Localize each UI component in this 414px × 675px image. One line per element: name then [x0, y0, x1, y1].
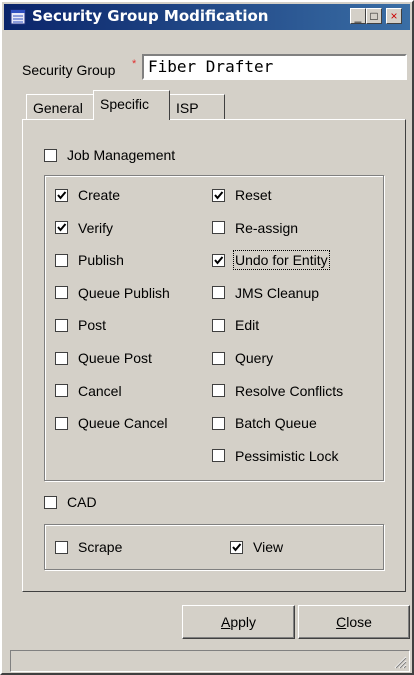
checkmark-icon [57, 223, 67, 232]
reset-label: Reset [235, 187, 272, 203]
close-window-button[interactable]: × [386, 8, 402, 24]
checkbox-box [44, 148, 57, 162]
checkmark-icon [57, 190, 67, 200]
reset-checkbox[interactable]: Reset [212, 187, 272, 203]
apply-mnemonic: A [220, 614, 231, 630]
view-checkbox[interactable]: View [230, 539, 283, 555]
create-checkbox[interactable]: Create [55, 187, 120, 203]
title-bar[interactable]: Security Group Modification _ □ × [4, 4, 410, 30]
checkbox-box [212, 351, 225, 365]
close-icon: × [390, 9, 398, 23]
checkbox-box [55, 318, 68, 332]
jms-cleanup-label: JMS Cleanup [235, 284, 320, 301]
checkbox-box [212, 449, 225, 463]
job-management-label: Job Management [67, 147, 176, 163]
publish-checkbox[interactable]: Publish [55, 252, 124, 268]
checkbox-box [212, 384, 225, 398]
query-checkbox[interactable]: Query [212, 350, 273, 366]
checkmark-icon [214, 256, 224, 265]
job-management-checkbox[interactable]: Job Management [44, 147, 175, 163]
checkmark-icon [232, 542, 242, 552]
dialog-window: Security Group Modification _ □ × Securi… [0, 0, 414, 675]
checkbox-box [55, 384, 68, 398]
apply-button[interactable]: Apply [182, 605, 295, 639]
verify-checkbox[interactable]: Verify [55, 220, 113, 236]
checkbox-box [212, 253, 225, 267]
resolve-conflicts-checkbox[interactable]: Resolve Conflicts [212, 383, 343, 399]
resize-grip-icon[interactable] [393, 655, 407, 669]
maximize-button[interactable]: □ [366, 8, 382, 24]
minimize-icon: _ [354, 9, 362, 23]
publish-label: Publish [78, 252, 124, 269]
cancel-label: Cancel [78, 382, 122, 399]
close-mnemonic: C [336, 614, 347, 630]
checkbox-box [212, 286, 225, 300]
security-group-value: Fiber Drafter [148, 57, 274, 76]
verify-label: Verify [78, 219, 114, 236]
create-label: Create [78, 187, 121, 203]
resolve-conflicts-label: Resolve Conflicts [235, 382, 344, 399]
queue-post-label: Queue Post [78, 350, 152, 366]
queue-cancel-checkbox[interactable]: Queue Cancel [55, 415, 168, 431]
checkbox-box [230, 540, 243, 554]
tab-general-label: General [33, 100, 83, 116]
minimize-button[interactable]: _ [350, 8, 366, 24]
queue-post-checkbox[interactable]: Queue Post [55, 350, 152, 366]
view-label: View [253, 539, 284, 555]
edit-label: Edit [235, 317, 260, 334]
close-label: lose [346, 614, 372, 630]
queue-publish-label: Queue Publish [78, 284, 170, 301]
batch-queue-checkbox[interactable]: Batch Queue [212, 415, 317, 431]
apply-label: pply [230, 614, 257, 630]
pessimistic-lock-label: Pessimistic Lock [235, 447, 339, 464]
status-bar [10, 650, 410, 672]
scrape-label: Scrape [78, 539, 123, 555]
checkbox-box [55, 221, 68, 235]
checkbox-box [55, 253, 68, 267]
checkbox-box [212, 221, 225, 235]
tab-specific[interactable]: Specific [93, 90, 170, 120]
post-checkbox[interactable]: Post [55, 317, 106, 333]
security-group-label: Security Group [22, 62, 116, 78]
maximize-icon: □ [370, 9, 378, 23]
cad-checkbox[interactable]: CAD [44, 494, 97, 510]
required-marker: * [132, 58, 137, 70]
checkbox-box [212, 188, 225, 202]
undo-for-entity-checkbox[interactable]: Undo for Entity [212, 250, 330, 271]
checkbox-box [55, 188, 68, 202]
checkmark-icon [214, 190, 224, 200]
checkbox-box [55, 540, 68, 554]
scrape-checkbox[interactable]: Scrape [55, 539, 122, 555]
post-label: Post [78, 317, 107, 334]
edit-checkbox[interactable]: Edit [212, 317, 259, 333]
tab-general[interactable]: General [26, 94, 94, 120]
jms-cleanup-checkbox[interactable]: JMS Cleanup [212, 285, 319, 301]
queue-publish-checkbox[interactable]: Queue Publish [55, 285, 170, 301]
checkbox-box [55, 351, 68, 365]
app-icon [10, 9, 26, 25]
window-title: Security Group Modification [32, 7, 269, 25]
tab-specific-label: Specific [100, 96, 150, 112]
query-label: Query [235, 350, 274, 366]
checkbox-box [212, 416, 225, 430]
checkbox-box [44, 495, 57, 509]
close-button[interactable]: Close [298, 605, 410, 639]
cancel-checkbox[interactable]: Cancel [55, 383, 122, 399]
tab-isp[interactable]: ISP [169, 94, 225, 120]
batch-queue-label: Batch Queue [235, 415, 317, 432]
re-assign-label: Re-assign [235, 219, 299, 236]
checkbox-box [55, 286, 68, 300]
re-assign-checkbox[interactable]: Re-assign [212, 220, 298, 236]
security-group-field[interactable]: Fiber Drafter [142, 54, 407, 80]
undo-for-entity-label: Undo for Entity [233, 250, 330, 271]
checkbox-box [212, 318, 225, 332]
pessimistic-lock-checkbox[interactable]: Pessimistic Lock [212, 448, 338, 464]
tab-isp-label: ISP [176, 100, 199, 116]
cad-label: CAD [67, 494, 97, 510]
queue-cancel-label: Queue Cancel [78, 415, 168, 432]
checkbox-box [55, 416, 68, 430]
